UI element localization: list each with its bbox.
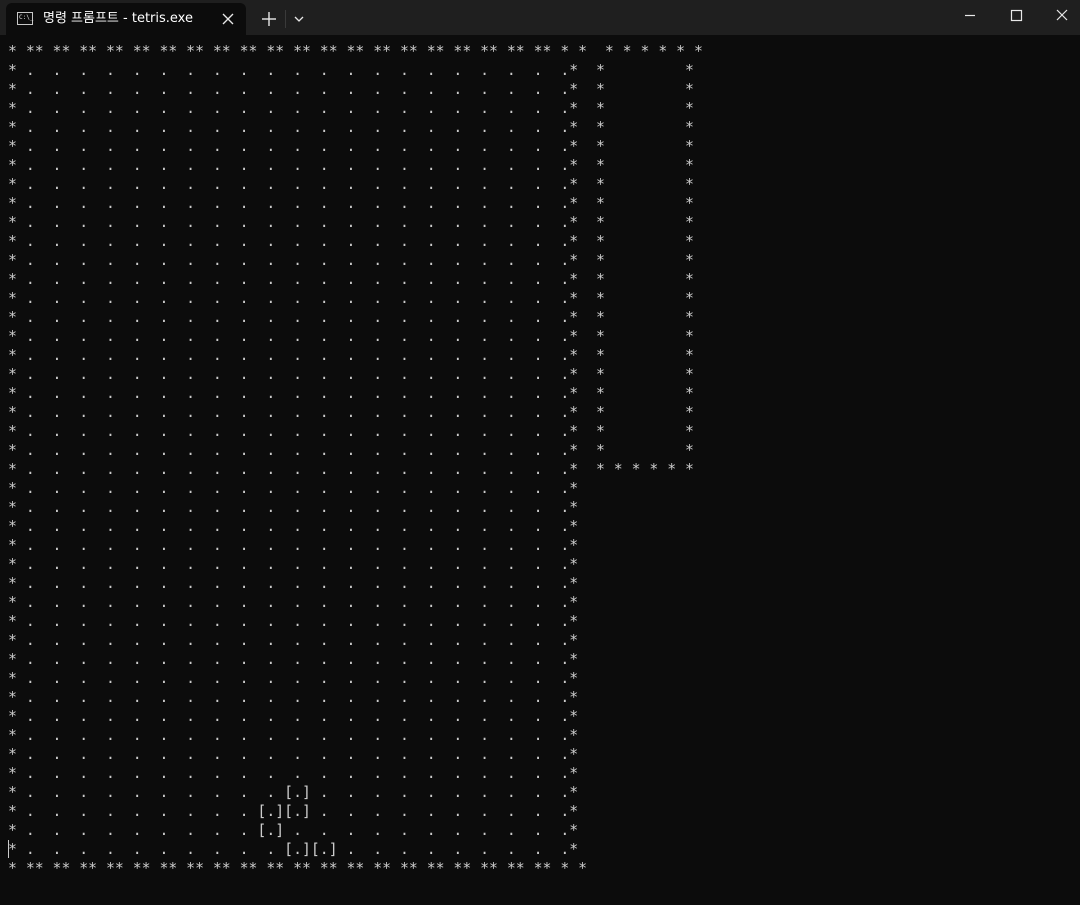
console-line: * . . . . . . . . . . . . . . . . . . . … [8, 746, 579, 763]
console-line: * . . . . . . . . . . . . . . . . . . . … [8, 518, 579, 535]
console-line: * . . . . . . . . . . . . . . . . . . . … [8, 347, 694, 364]
console-line: * . . . . . . . . . . . . . . . . . . . … [8, 328, 694, 345]
console-line: * . . . . . . . . . . . . . . . . . . . … [8, 119, 694, 136]
console-line: * . . . . . . . . . . . . . . . . . . . … [8, 651, 579, 668]
console-line: * . . . . . . . . . . . . . . . . . . . … [8, 233, 694, 250]
maximize-button[interactable] [993, 0, 1039, 32]
console-line: * . . . . . . . . . . . . . . . . . . . … [8, 708, 579, 725]
new-tab-button[interactable] [257, 7, 281, 31]
console-line: * . . . . . . . . . . [.][.] . . . . . .… [8, 841, 579, 858]
console-line: * . . . . . . . . . . . . . . . . . . . … [8, 81, 694, 98]
tab-dropdown-button[interactable] [289, 8, 309, 30]
console-line: * . . . . . . . . . . . . . . . . . . . … [8, 290, 694, 307]
close-icon [1056, 9, 1068, 21]
minimize-icon [965, 14, 975, 17]
console-line: * . . . . . . . . . . . . . . . . . . . … [8, 214, 694, 231]
console-line: * . . . . . . . . . . [.] . . . . . . . … [8, 784, 579, 801]
text-cursor [8, 840, 9, 858]
console-line: * . . . . . . . . . [.][.] . . . . . . .… [8, 803, 579, 820]
tab-title: 명령 프롬프트 - tetris.exe [43, 11, 193, 26]
maximize-icon [1010, 9, 1023, 22]
console-line: * . . . . . . . . . . . . . . . . . . . … [8, 157, 694, 174]
console-line: * . . . . . . . . . . . . . . . . . . . … [8, 480, 579, 497]
console-line: * ** ** ** ** ** ** ** ** ** ** ** ** **… [8, 860, 588, 877]
console-line: * . . . . . . . . . . . . . . . . . . . … [8, 727, 579, 744]
console-line: * . . . . . . . . . . . . . . . . . . . … [8, 632, 579, 649]
console-area[interactable]: * ** ** ** ** ** ** ** ** ** ** ** ** **… [0, 35, 1080, 905]
console-line: * . . . . . . . . . . . . . . . . . . . … [8, 499, 579, 516]
console-line: * . . . . . . . . . . . . . . . . . . . … [8, 271, 694, 288]
console-line: * ** ** ** ** ** ** ** ** ** ** ** ** **… [8, 43, 703, 60]
console-line: * . . . . . . . . . . . . . . . . . . . … [8, 62, 694, 79]
console-line: * . . . . . . . . . [.] . . . . . . . . … [8, 822, 579, 839]
console-line: * . . . . . . . . . . . . . . . . . . . … [8, 309, 694, 326]
console-line: * . . . . . . . . . . . . . . . . . . . … [8, 537, 579, 554]
console-line: * . . . . . . . . . . . . . . . . . . . … [8, 252, 694, 269]
console-line: * . . . . . . . . . . . . . . . . . . . … [8, 195, 694, 212]
tab-command-prompt[interactable]: C:\_ 명령 프롬프트 - tetris.exe [6, 3, 246, 35]
console-line: * . . . . . . . . . . . . . . . . . . . … [8, 613, 579, 630]
console-line: * . . . . . . . . . . . . . . . . . . . … [8, 765, 579, 782]
close-icon [222, 13, 234, 25]
console-line: * . . . . . . . . . . . . . . . . . . . … [8, 689, 579, 706]
tab-close-button[interactable] [218, 9, 238, 29]
console-output: * ** ** ** ** ** ** ** ** ** ** ** ** **… [8, 42, 703, 878]
cmd-icon: C:\_ [17, 12, 33, 25]
chevron-down-icon [294, 16, 304, 22]
console-line: * . . . . . . . . . . . . . . . . . . . … [8, 404, 694, 421]
minimize-button[interactable] [947, 0, 993, 32]
terminal-window: C:\_ 명령 프롬프트 - tetris.exe * ** ** ** ** … [0, 0, 1080, 905]
console-line: * . . . . . . . . . . . . . . . . . . . … [8, 442, 694, 459]
tab-separator [285, 10, 286, 28]
console-line: * . . . . . . . . . . . . . . . . . . . … [8, 556, 579, 573]
console-line: * . . . . . . . . . . . . . . . . . . . … [8, 423, 694, 440]
console-line: * . . . . . . . . . . . . . . . . . . . … [8, 385, 694, 402]
title-bar: C:\_ 명령 프롬프트 - tetris.exe [0, 0, 1080, 35]
console-line: * . . . . . . . . . . . . . . . . . . . … [8, 670, 579, 687]
console-line: * . . . . . . . . . . . . . . . . . . . … [8, 176, 694, 193]
console-line: * . . . . . . . . . . . . . . . . . . . … [8, 366, 694, 383]
console-line: * . . . . . . . . . . . . . . . . . . . … [8, 138, 694, 155]
console-line: * . . . . . . . . . . . . . . . . . . . … [8, 575, 579, 592]
close-window-button[interactable] [1039, 0, 1080, 32]
console-line: * . . . . . . . . . . . . . . . . . . . … [8, 594, 579, 611]
plus-icon [262, 12, 276, 26]
console-line: * . . . . . . . . . . . . . . . . . . . … [8, 461, 694, 478]
console-line: * . . . . . . . . . . . . . . . . . . . … [8, 100, 694, 117]
